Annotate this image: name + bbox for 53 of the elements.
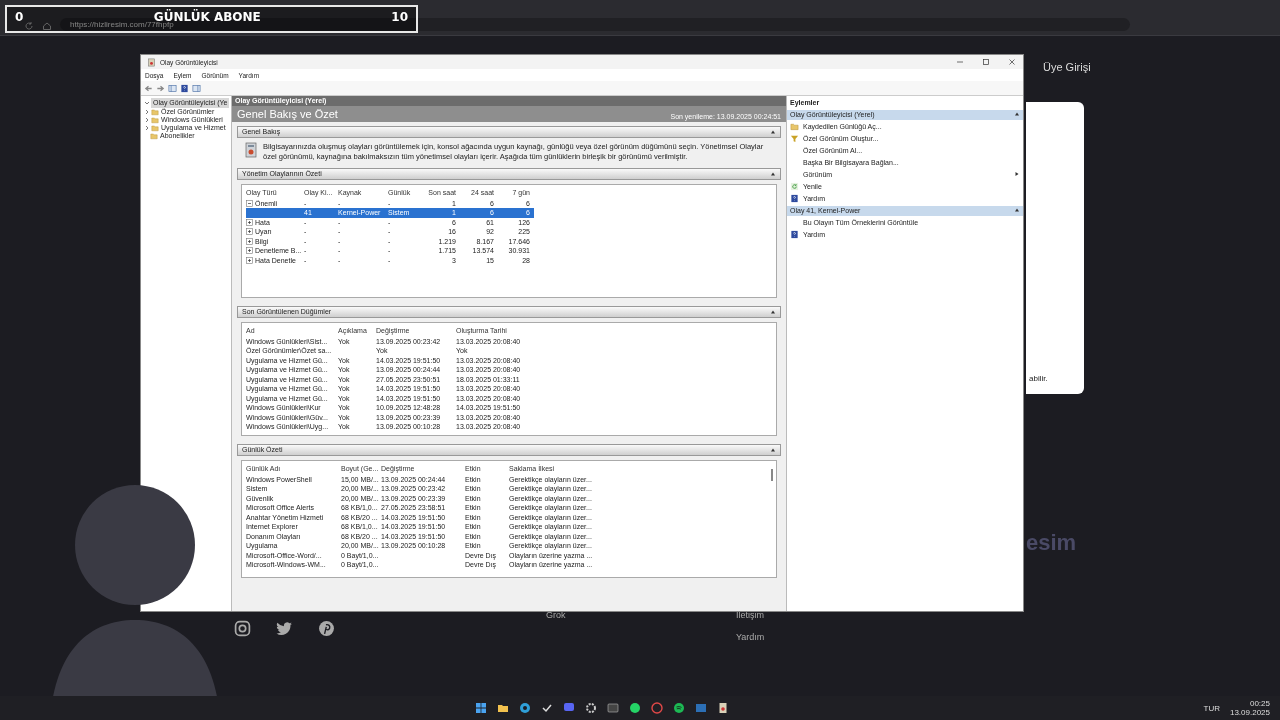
expander-icon[interactable] — [246, 228, 253, 236]
collapse-icon[interactable] — [770, 171, 776, 177]
expander-icon[interactable] — [246, 256, 253, 264]
login-link[interactable]: Üye Girişi — [1043, 61, 1091, 73]
app-icon[interactable] — [650, 702, 663, 714]
maximize-icon[interactable] — [981, 57, 991, 67]
app-icon[interactable] — [606, 702, 619, 714]
reload-icon[interactable] — [24, 21, 34, 31]
chat-icon[interactable] — [562, 702, 575, 714]
folder-icon[interactable] — [496, 702, 509, 714]
dialog-text: abilir. — [1029, 374, 1048, 383]
clock-date[interactable]: 13.09.2025 — [1229, 708, 1270, 717]
instagram-icon[interactable] — [234, 620, 251, 637]
chevron-icon[interactable] — [144, 109, 150, 115]
help-icon — [790, 229, 799, 239]
footer-link[interactable]: Yardım — [736, 632, 765, 642]
collapse-icon[interactable] — [1014, 207, 1020, 213]
start-icon[interactable] — [474, 702, 487, 714]
counter-start: 0 — [15, 11, 24, 23]
help-icon[interactable] — [180, 83, 189, 93]
music-icon[interactable] — [672, 702, 685, 714]
refresh-icon — [790, 181, 799, 191]
page-title: Genel Bakış ve Özet — [237, 108, 338, 120]
back-arrow-icon[interactable] — [144, 83, 153, 93]
language-indicator[interactable]: TUR — [1203, 703, 1220, 713]
phone-chat-icon[interactable] — [628, 702, 641, 714]
pin-icon[interactable] — [318, 620, 335, 637]
chevron-icon[interactable] — [144, 125, 150, 131]
forward-arrow-icon[interactable] — [156, 83, 165, 93]
collapse-icon[interactable] — [1014, 111, 1020, 117]
browser-icon[interactable] — [518, 702, 531, 714]
expander-icon[interactable] — [246, 199, 253, 207]
logo-text: esim — [1026, 530, 1077, 556]
chevron-icon[interactable] — [144, 117, 150, 123]
home-icon[interactable] — [42, 21, 52, 31]
collapse-icon[interactable] — [770, 129, 776, 135]
chevron-icon[interactable] — [144, 100, 150, 106]
footer-link[interactable]: Grok — [546, 610, 566, 620]
help-icon — [790, 193, 799, 203]
event-log-icon — [245, 142, 257, 158]
checkmark-icon[interactable] — [540, 702, 553, 714]
app-icon[interactable] — [694, 702, 707, 714]
close-icon[interactable] — [1007, 57, 1017, 67]
expander-icon[interactable] — [246, 247, 253, 255]
collapse-icon[interactable] — [770, 447, 776, 453]
clock-time[interactable]: 00:25 — [1249, 699, 1270, 708]
expander-icon[interactable] — [246, 237, 253, 245]
funnel-icon — [790, 133, 799, 143]
event-viewer-icon — [147, 57, 156, 67]
bird-icon[interactable] — [276, 620, 293, 637]
folder-icon — [790, 121, 799, 131]
expander-icon[interactable] — [246, 218, 253, 226]
collapse-icon[interactable] — [770, 309, 776, 315]
